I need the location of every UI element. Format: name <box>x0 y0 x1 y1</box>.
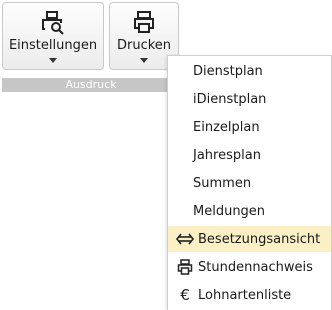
menu-item-summen[interactable]: Summen <box>168 170 331 196</box>
menu-item-einzelplan[interactable]: Einzelplan <box>168 114 331 140</box>
euro-icon: € <box>180 286 190 304</box>
menu-item-label: Einzelplan <box>193 119 260 135</box>
print-dropdown-menu: Dienstplan iDienstplan Einzelplan Jahres… <box>167 55 332 310</box>
ribbon-group-label: Ausdruck <box>2 78 180 92</box>
menu-item-label: Jahresplan <box>193 147 261 163</box>
menu-item-label: Lohnartenliste <box>198 287 292 303</box>
einstellungen-button[interactable]: Einstellungen <box>2 2 104 70</box>
menu-item-meldungen[interactable]: Meldungen <box>168 198 331 224</box>
menu-item-label: iDienstplan <box>193 91 267 107</box>
arrows-horizontal-icon <box>176 230 194 248</box>
chevron-down-icon <box>140 58 148 63</box>
chevron-down-icon <box>49 58 57 63</box>
einstellungen-label: Einstellungen <box>8 38 98 53</box>
menu-item-lohnartenliste[interactable]: € Lohnartenliste <box>168 282 331 308</box>
printer-icon <box>134 11 154 33</box>
menu-item-besetzungsansicht[interactable]: Besetzungsansicht <box>168 226 331 252</box>
menu-item-label: Meldungen <box>193 203 266 219</box>
drucken-label: Drucken <box>116 38 172 53</box>
printer-icon <box>176 258 194 276</box>
menu-item-label: Dienstplan <box>193 63 263 79</box>
menu-item-stundennachweis[interactable]: Stundennachweis <box>168 254 331 280</box>
print-preview-icon <box>42 11 64 35</box>
menu-item-dienstplan[interactable]: Dienstplan <box>168 58 331 84</box>
menu-item-jahresplan[interactable]: Jahresplan <box>168 142 331 168</box>
menu-item-idienstplan[interactable]: iDienstplan <box>168 86 331 112</box>
menu-item-label: Stundennachweis <box>198 259 313 275</box>
menu-item-label: Besetzungsansicht <box>198 231 321 247</box>
menu-item-label: Summen <box>193 175 252 191</box>
